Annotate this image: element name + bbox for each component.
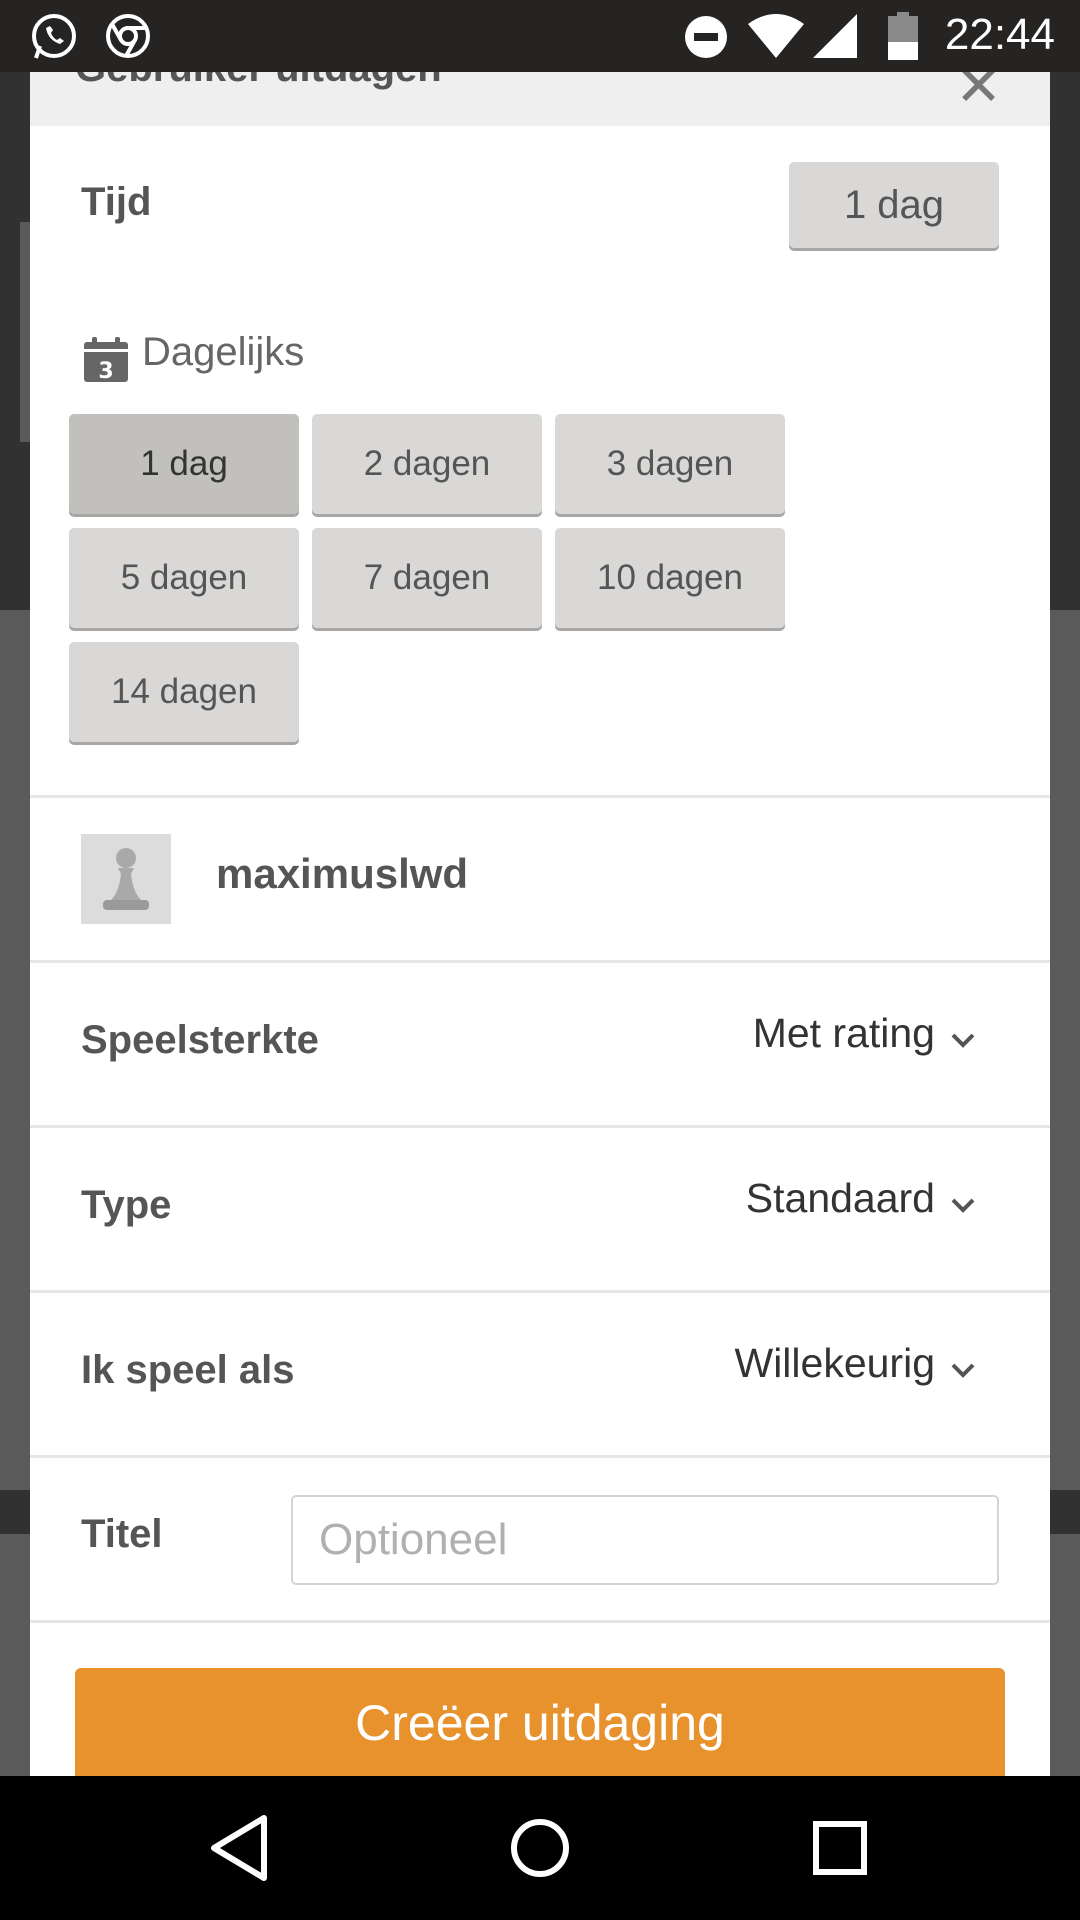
daily-option-2-days[interactable]: 2 dagen bbox=[312, 414, 542, 514]
wifi-icon bbox=[748, 14, 804, 58]
create-challenge-button[interactable]: Creëer uitdaging bbox=[75, 1668, 1005, 1776]
rating-label: Speelsterkte bbox=[81, 1018, 319, 1062]
daily-option-5-days[interactable]: 5 dagen bbox=[69, 528, 299, 628]
dialog-header: Gebruiker uitdagen ✕ bbox=[30, 72, 1050, 126]
status-bar: 22:44 bbox=[0, 0, 1080, 72]
calendar-icon-number: 3 bbox=[98, 359, 113, 384]
avatar bbox=[81, 834, 171, 924]
chrome-icon bbox=[106, 14, 150, 58]
battery-icon bbox=[888, 12, 918, 60]
whatsapp-icon bbox=[32, 14, 76, 59]
close-icon[interactable]: ✕ bbox=[955, 72, 1002, 119]
background-card bbox=[0, 1534, 30, 1784]
back-icon[interactable] bbox=[198, 1806, 282, 1890]
type-label: Type bbox=[81, 1183, 172, 1227]
chevron-down-icon[interactable] bbox=[950, 1362, 976, 1378]
clock: 22:44 bbox=[944, 10, 1055, 59]
background-card bbox=[0, 610, 30, 1490]
pawn-icon bbox=[103, 848, 149, 910]
divider bbox=[30, 795, 1050, 798]
title-label: Titel bbox=[81, 1512, 163, 1556]
opponent-username: maximuslwd bbox=[216, 850, 469, 897]
rating-select[interactable]: Met rating bbox=[753, 1010, 935, 1057]
background-card bbox=[1050, 610, 1080, 1490]
divider bbox=[30, 960, 1050, 963]
background-card bbox=[1050, 1534, 1080, 1784]
background-card bbox=[20, 222, 30, 442]
challenge-dialog: Gebruiker uitdagen ✕ Tijd 1 dag 3 Dageli… bbox=[30, 72, 1050, 1776]
daily-option-14-days[interactable]: 14 dagen bbox=[69, 642, 299, 742]
daily-option-7-days[interactable]: 7 dagen bbox=[312, 528, 542, 628]
play-as-select[interactable]: Willekeurig bbox=[735, 1340, 936, 1387]
title-input[interactable] bbox=[291, 1495, 999, 1585]
signal-icon bbox=[813, 14, 857, 58]
type-select[interactable]: Standaard bbox=[746, 1175, 935, 1222]
divider bbox=[30, 1455, 1050, 1458]
daily-section-title: Dagelijks bbox=[142, 330, 305, 374]
daily-option-10-days[interactable]: 10 dagen bbox=[555, 528, 785, 628]
chevron-down-icon[interactable] bbox=[950, 1197, 976, 1213]
home-icon[interactable] bbox=[498, 1806, 582, 1890]
daily-option-3-days[interactable]: 3 dagen bbox=[555, 414, 785, 514]
do-not-disturb-icon bbox=[685, 16, 727, 58]
time-label: Tijd bbox=[81, 180, 152, 224]
play-as-label: Ik speel als bbox=[81, 1348, 295, 1392]
navigation-bar bbox=[0, 1776, 1080, 1920]
chevron-down-icon[interactable] bbox=[950, 1032, 976, 1048]
dialog-title: Gebruiker uitdagen bbox=[75, 72, 442, 91]
calendar-icon: 3 bbox=[84, 337, 128, 384]
divider bbox=[30, 1125, 1050, 1128]
time-control-button[interactable]: 1 dag bbox=[789, 162, 999, 248]
daily-option-1-day[interactable]: 1 dag bbox=[69, 414, 299, 514]
recents-icon[interactable] bbox=[798, 1806, 882, 1890]
divider bbox=[30, 1620, 1050, 1623]
divider bbox=[30, 1290, 1050, 1293]
